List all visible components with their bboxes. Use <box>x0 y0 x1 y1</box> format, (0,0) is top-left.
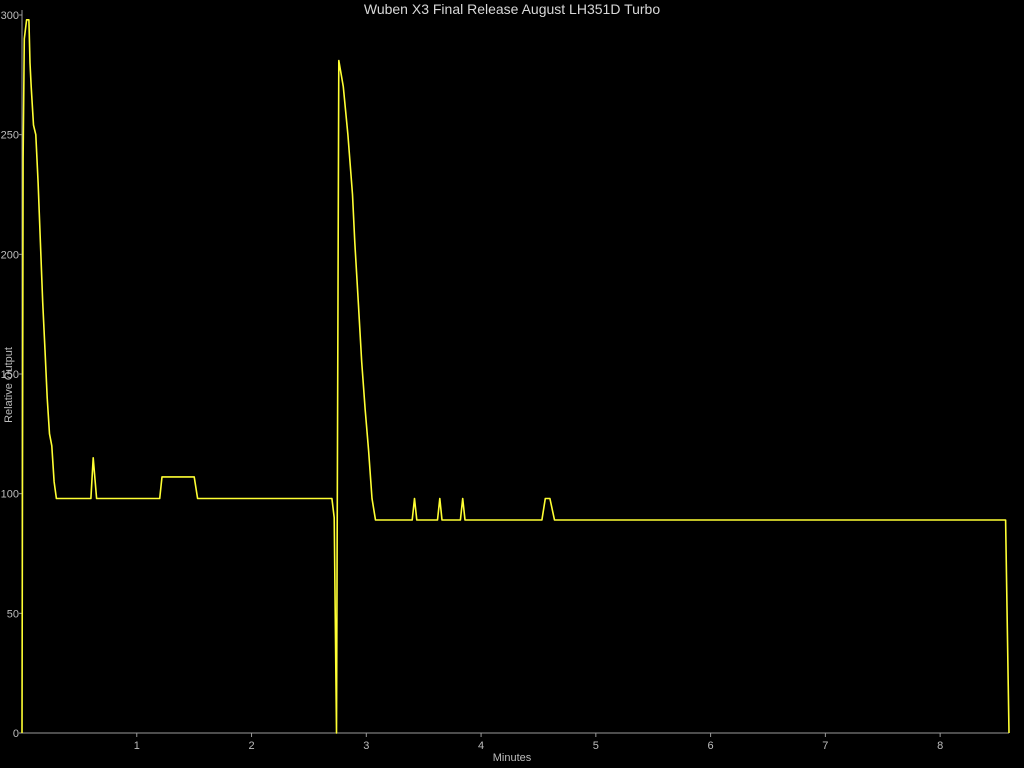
y-tick-label: 50 <box>7 608 19 620</box>
x-tick-label: 5 <box>593 740 599 752</box>
x-axis-label: Minutes <box>493 752 532 764</box>
chart-canvas: Wuben X3 Final Release August LH351D Tur… <box>1 1 1010 764</box>
y-tick-label: 300 <box>1 10 19 22</box>
x-tick-label: 3 <box>363 740 369 752</box>
x-tick-label: 6 <box>708 740 714 752</box>
y-tick-label: 100 <box>1 489 19 501</box>
y-tick-label: 250 <box>1 130 19 142</box>
y-axis-label: Relative Output <box>3 347 15 423</box>
x-tick-label: 2 <box>248 740 254 752</box>
x-tick-label: 7 <box>822 740 828 752</box>
chart-title: Wuben X3 Final Release August LH351D Tur… <box>364 1 660 17</box>
x-tick-label: 8 <box>937 740 943 752</box>
x-axis-ticks: 1 2 3 4 5 6 7 8 <box>134 733 943 752</box>
series-line <box>21 19 1010 734</box>
x-tick-label: 1 <box>134 740 140 752</box>
y-tick-label: 200 <box>1 249 19 261</box>
y-tick-label: 0 <box>13 728 19 740</box>
x-tick-label: 4 <box>478 740 484 752</box>
